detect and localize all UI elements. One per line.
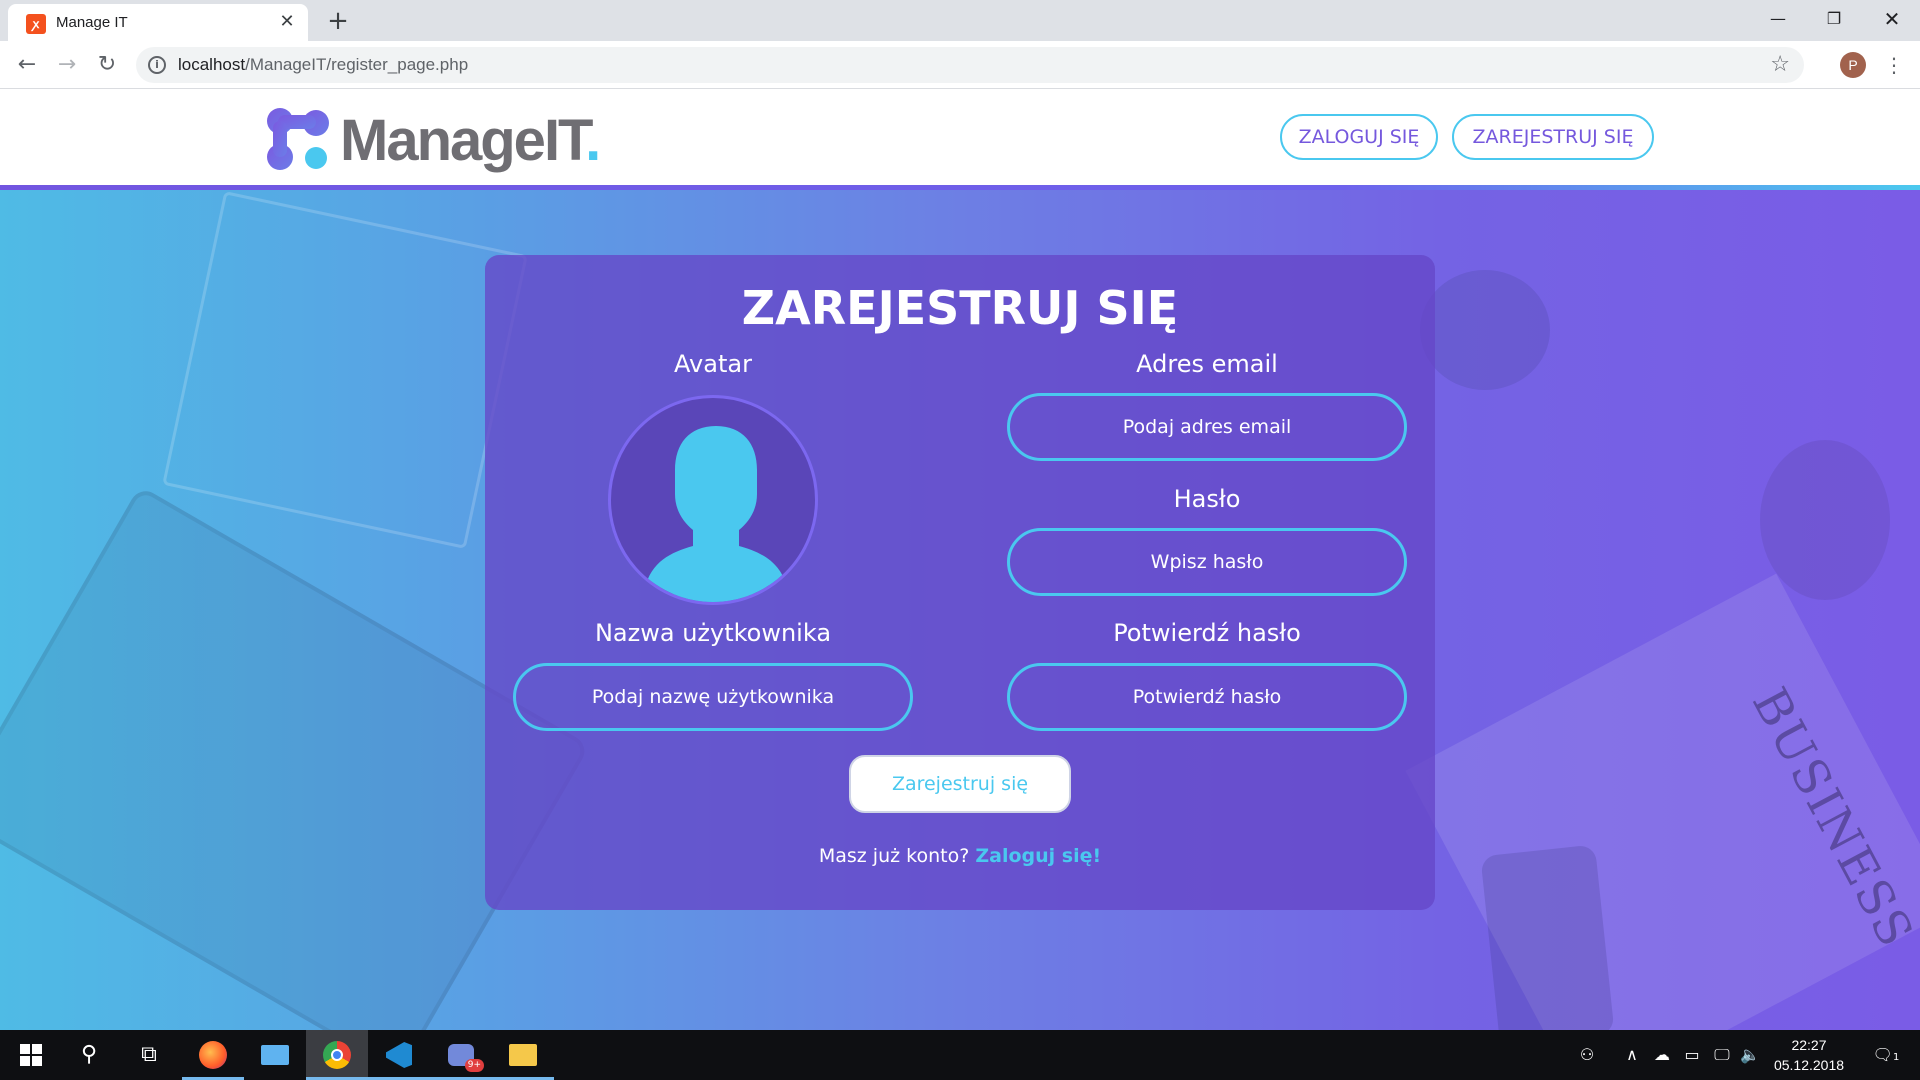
- people-icon[interactable]: ⚇: [1570, 1030, 1604, 1080]
- volume-icon[interactable]: 🔈: [1738, 1030, 1762, 1080]
- site-info-icon[interactable]: i: [148, 56, 166, 74]
- clock-time: 22:27: [1791, 1037, 1827, 1053]
- logo-dot: .: [585, 108, 601, 173]
- discord-icon[interactable]: 9+: [430, 1030, 492, 1080]
- browser-titlebar: ꭗ Manage IT ✕ + — ❐ ✕: [0, 0, 1920, 41]
- file-explorer-icon[interactable]: [492, 1030, 554, 1080]
- window-restore-button[interactable]: ❐: [1806, 0, 1862, 38]
- forward-arrow-icon[interactable]: →: [52, 50, 82, 80]
- url-host: localhost: [178, 55, 246, 74]
- tab-title: Manage IT: [56, 14, 128, 31]
- browser-tab[interactable]: ꭗ Manage IT ✕: [8, 4, 308, 41]
- windows-taskbar: ⚲ ⧉ 9+ ⚇ ∧ ☁ ▭ 🖵 🔈 22:27 05.12.2018 🗨1: [0, 1030, 1920, 1080]
- network-icon[interactable]: 🖵: [1708, 1030, 1736, 1080]
- back-arrow-icon[interactable]: ←: [12, 50, 42, 80]
- search-icon[interactable]: ⚲: [58, 1030, 120, 1080]
- header-register-button[interactable]: ZAREJESTRUJ SIĘ: [1452, 114, 1654, 160]
- register-title: ZAREJESTRUJ SIĘ: [741, 281, 1179, 335]
- chrome-icon[interactable]: [306, 1030, 368, 1080]
- background-clock: [1760, 440, 1890, 600]
- remote-desktop-icon[interactable]: [244, 1030, 306, 1080]
- register-submit-button[interactable]: Zarejestruj się: [849, 755, 1071, 813]
- logo-molecule-icon: [267, 108, 329, 170]
- action-center-icon[interactable]: 🗨1: [1862, 1030, 1910, 1080]
- password-label: Hasło: [1173, 485, 1241, 513]
- url-text[interactable]: localhost/ManageIT/register_page.php: [178, 55, 468, 75]
- discord-badge: 9+: [464, 1059, 484, 1072]
- background-calendar: [162, 191, 528, 549]
- address-bar[interactable]: i localhost/ManageIT/register_page.php ☆: [136, 47, 1804, 83]
- background-phone: [1480, 844, 1615, 1030]
- password-field[interactable]: Wpisz hasło: [1007, 528, 1407, 596]
- window-close-button[interactable]: ✕: [1864, 0, 1920, 38]
- profile-avatar[interactable]: P: [1840, 52, 1866, 78]
- avatar-upload[interactable]: [608, 395, 818, 605]
- start-button[interactable]: [0, 1030, 62, 1080]
- email-field[interactable]: Podaj adres email: [1007, 393, 1407, 461]
- new-tab-button[interactable]: +: [324, 8, 352, 36]
- header-login-button[interactable]: ZALOGUJ SIĘ: [1280, 114, 1438, 160]
- logo-text: ManageIT: [340, 108, 587, 173]
- tray-chevron-up-icon[interactable]: ∧: [1618, 1030, 1646, 1080]
- site-header: ManageIT. ZALOGUJ SIĘ ZAREJESTRUJ SIĘ: [0, 89, 1920, 185]
- clock-date: 05.12.2018: [1773, 1057, 1845, 1073]
- vscode-icon[interactable]: [368, 1030, 430, 1080]
- window-minimize-button[interactable]: —: [1750, 0, 1806, 38]
- confirm-password-label: Potwierdź hasło: [1113, 619, 1301, 647]
- username-field[interactable]: Podaj nazwę użytkownika: [513, 663, 913, 731]
- system-clock[interactable]: 22:27 05.12.2018: [1764, 1035, 1854, 1075]
- battery-icon[interactable]: ▭: [1678, 1030, 1706, 1080]
- manageit-logo[interactable]: ManageIT.: [264, 105, 604, 175]
- notification-count: 1: [1892, 1052, 1900, 1063]
- browser-menu-icon[interactable]: ⋮: [1882, 50, 1906, 80]
- user-silhouette-icon: [645, 426, 787, 602]
- bookmark-star-icon[interactable]: ☆: [1770, 52, 1790, 77]
- reload-icon[interactable]: ↻: [92, 50, 122, 80]
- have-account-text: Masz już konto?: [818, 845, 970, 867]
- background-plant: [1420, 270, 1550, 390]
- username-label: Nazwa użytkownika: [594, 619, 832, 647]
- hero-background: BUSINESS ZAREJESTRUJ SIĘ Avatar Nazwa uż…: [0, 190, 1920, 1030]
- url-path: /ManageIT/register_page.php: [245, 55, 469, 74]
- logo-wordmark: ManageIT.: [340, 107, 601, 174]
- register-card: ZAREJESTRUJ SIĘ Avatar Nazwa użytkownika…: [485, 255, 1435, 910]
- login-prompt: Masz już konto? Zaloguj się!: [485, 845, 1435, 867]
- onedrive-cloud-icon[interactable]: ☁: [1648, 1030, 1676, 1080]
- windows-logo-icon: [20, 1044, 42, 1066]
- login-link[interactable]: Zaloguj się!: [975, 845, 1101, 867]
- task-view-icon[interactable]: ⧉: [118, 1030, 180, 1080]
- email-label: Adres email: [1136, 350, 1278, 378]
- xampp-favicon-icon: ꭗ: [26, 14, 46, 34]
- tab-close-icon[interactable]: ✕: [276, 11, 298, 33]
- confirm-password-field[interactable]: Potwierdź hasło: [1007, 663, 1407, 731]
- avatar-label: Avatar: [674, 350, 752, 378]
- firefox-icon[interactable]: [182, 1030, 244, 1080]
- page-viewport: ManageIT. ZALOGUJ SIĘ ZAREJESTRUJ SIĘ BU…: [0, 89, 1920, 1030]
- browser-toolbar: ← → ↻ i localhost/ManageIT/register_page…: [0, 41, 1920, 89]
